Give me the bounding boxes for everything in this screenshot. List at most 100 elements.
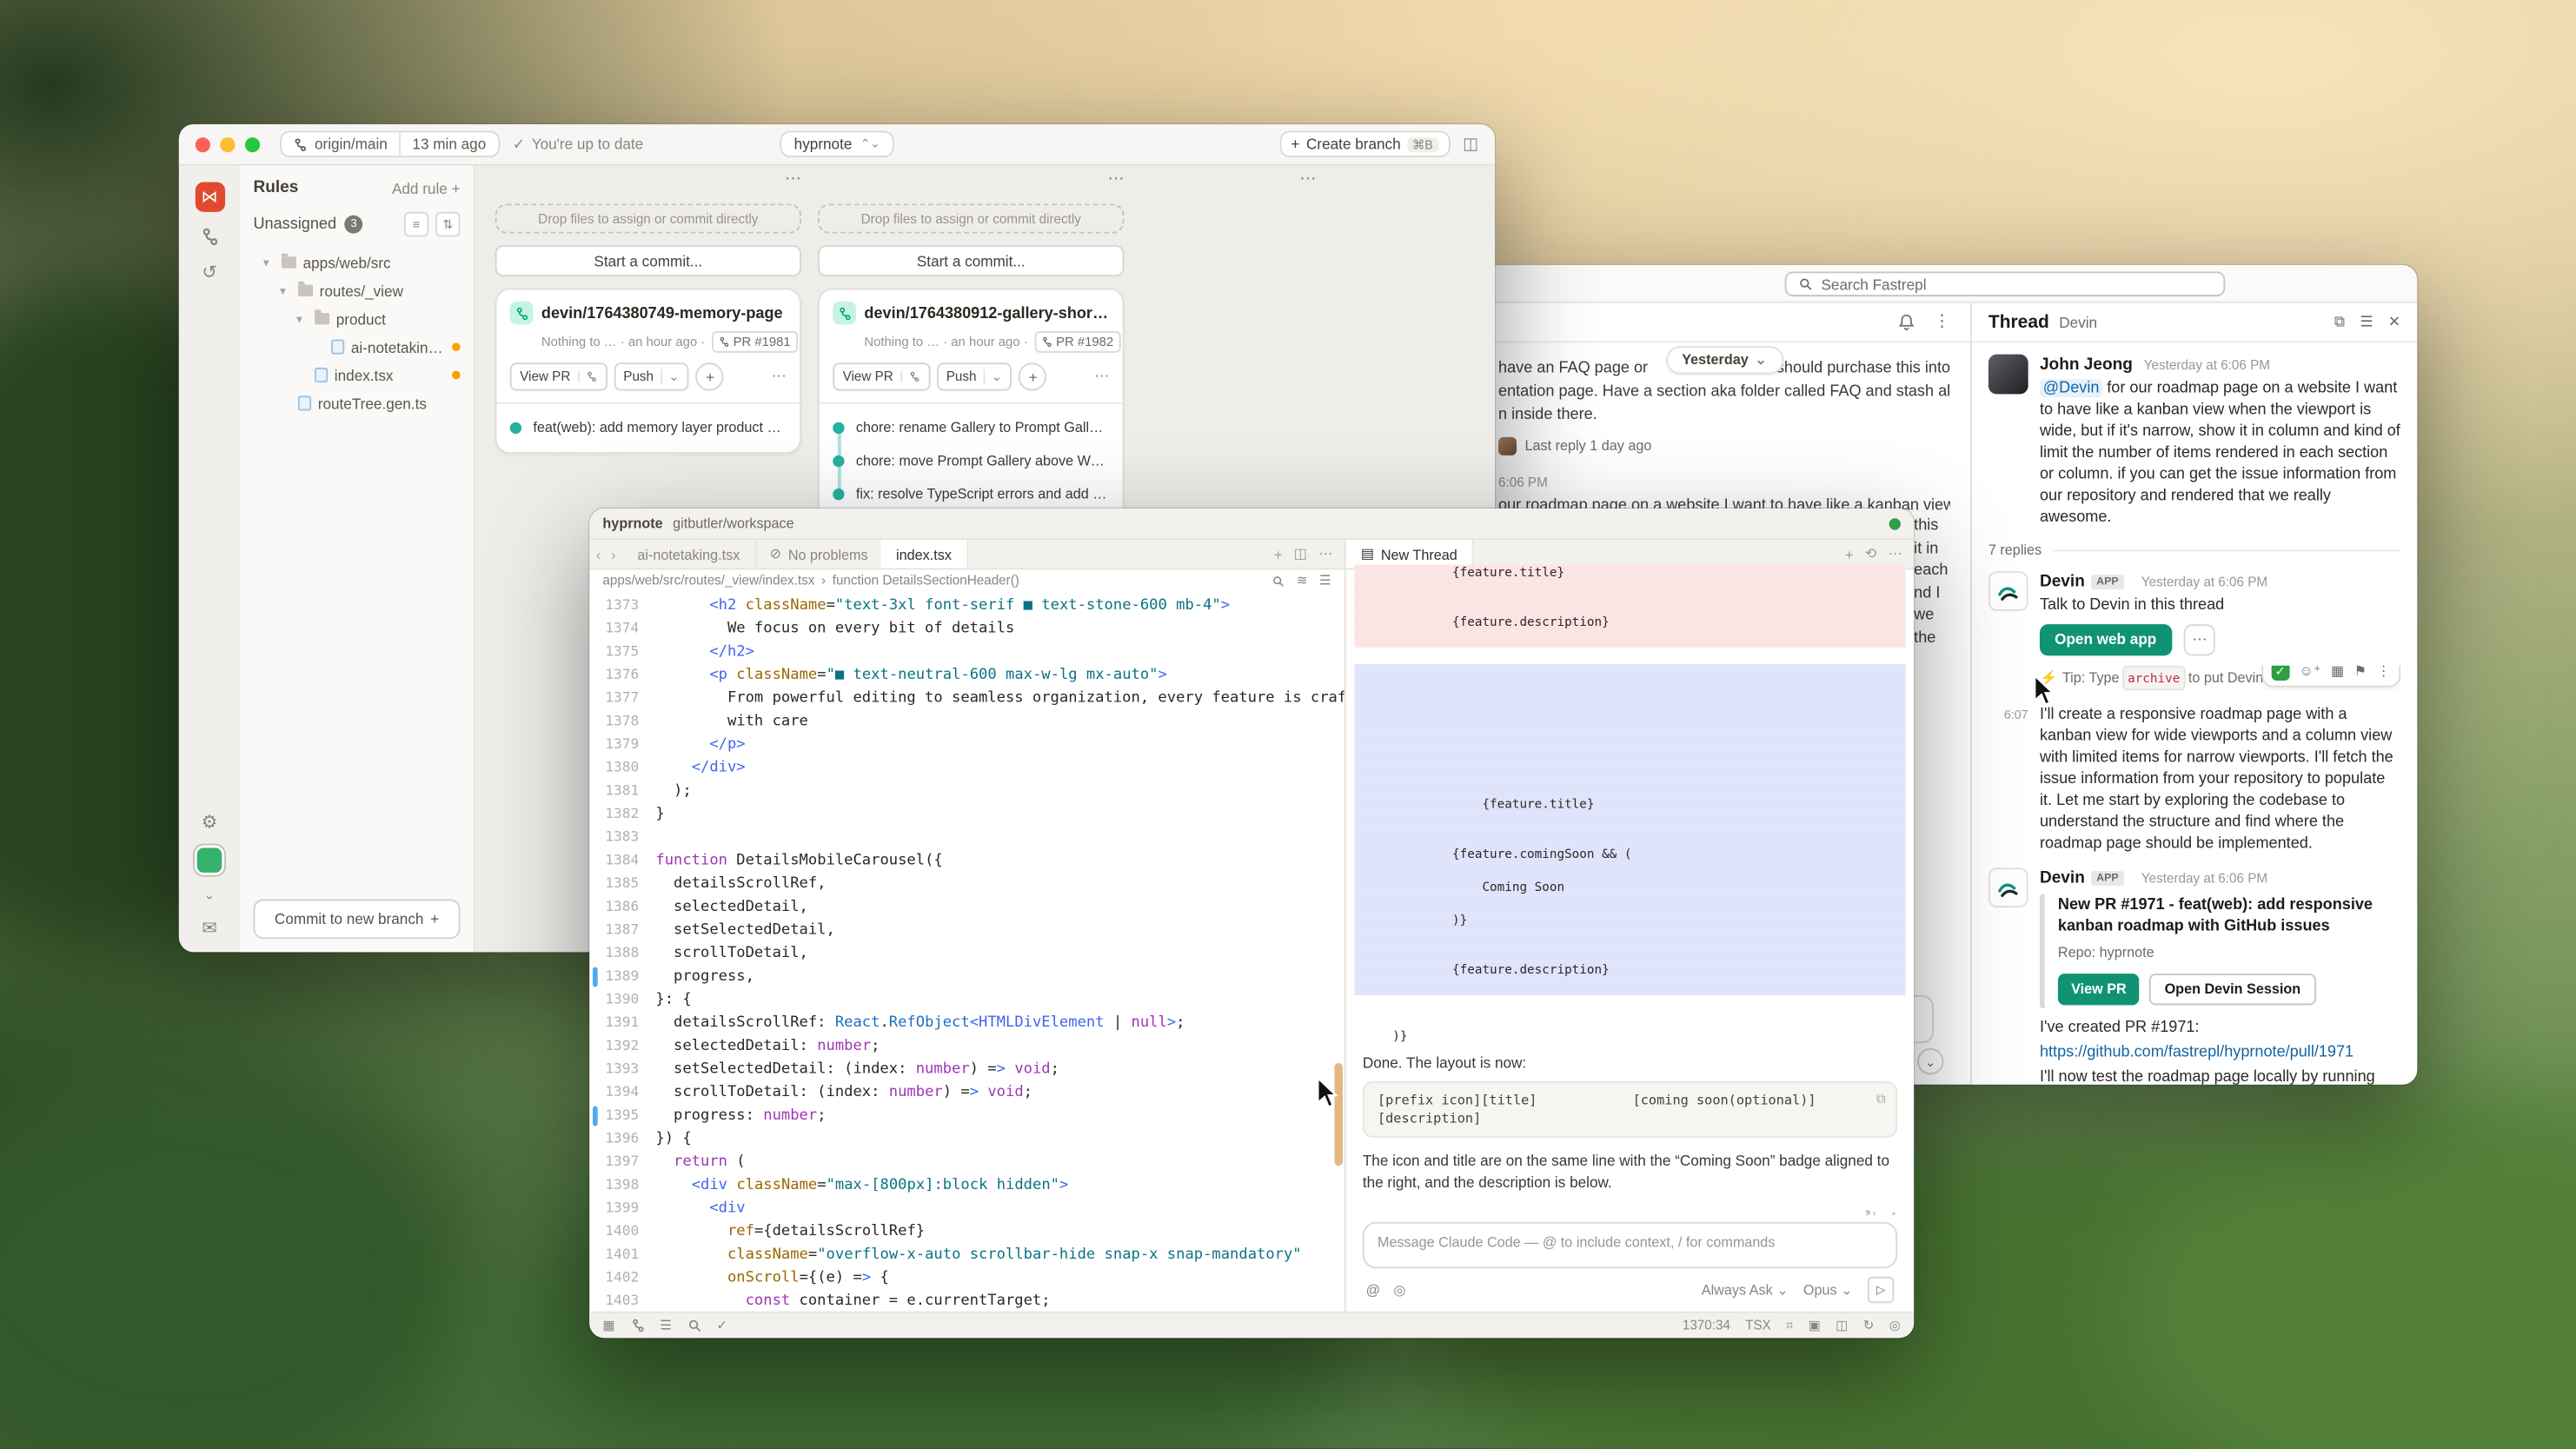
channel-more-icon[interactable]: ⋮ — [1934, 313, 1950, 331]
pane-more-icon[interactable]: ⋯ — [1318, 545, 1332, 563]
code-line[interactable]: 1383 — [589, 827, 1344, 850]
tab-ai-notetaking[interactable]: ai-notetaking.tsx — [622, 540, 756, 568]
feedback-mail-icon[interactable]: ✉ — [202, 917, 217, 939]
code-line[interactable]: 1380 </div> — [589, 757, 1344, 781]
add-rule-button[interactable]: Add rule + — [392, 180, 461, 196]
chevron-down-icon[interactable]: ⌄ — [204, 887, 216, 902]
commit-item[interactable]: feat(web): add memory layer product page — [510, 410, 787, 443]
code-line[interactable]: 1385 detailsScrollRef, — [589, 873, 1344, 896]
agent-message-input[interactable]: Message Claude Code — @ to include conte… — [1363, 1222, 1897, 1268]
more-options-button[interactable]: ⋯ — [2184, 624, 2215, 655]
chevron-down-icon[interactable]: ▾ — [296, 312, 308, 325]
lane-more-icon[interactable]: ⋯ — [1299, 176, 1316, 192]
panel-toggle-icon[interactable]: ◫ — [1463, 135, 1478, 153]
user-name[interactable]: Devin — [2040, 573, 2085, 591]
workspace-view-icon[interactable]: ⋈ — [195, 183, 224, 212]
date-divider-pill[interactable]: Yesterday ⌄ — [1665, 346, 1783, 374]
code-line[interactable]: 1399 <div — [589, 1197, 1344, 1220]
add-commit-button[interactable]: + — [696, 362, 724, 390]
notifications-icon[interactable]: ◫ — [1836, 1318, 1848, 1333]
retry-icon[interactable]: ↻ — [1864, 1207, 1876, 1216]
view-pr-button[interactable]: View PR — [510, 362, 607, 390]
avatar[interactable] — [1988, 355, 2028, 395]
permission-mode-selector[interactable]: Always Ask ⌄ — [1702, 1281, 1789, 1299]
view-pr-button[interactable]: View PR — [2058, 974, 2140, 1005]
context-icon[interactable]: ◎ — [1393, 1281, 1405, 1299]
search-panel-icon[interactable] — [687, 1318, 701, 1333]
code-line[interactable]: 1376 <p className="■ text-neutral-600 ma… — [589, 664, 1344, 688]
code-line[interactable]: 1387 setSelectedDetail, — [589, 919, 1344, 942]
file-tree-item[interactable]: index.tsx — [253, 361, 460, 389]
code-line[interactable]: 1375 </h2> — [589, 641, 1344, 664]
code-line[interactable]: 1403 const container = e.currentTarget; — [589, 1290, 1344, 1312]
sort-icon[interactable]: ⇅ — [435, 212, 461, 237]
check-reaction-icon[interactable]: ✓ — [2271, 666, 2289, 681]
settings-gear-icon[interactable]: ⚙ — [202, 811, 218, 833]
close-window-button[interactable] — [196, 136, 210, 151]
slack-search-input[interactable]: Search Fastrepl — [1785, 271, 2226, 296]
chevron-down-icon[interactable]: ▾ — [263, 256, 275, 269]
file-tree-item[interactable]: ▾ routes/_view — [253, 276, 460, 304]
add-reaction-icon[interactable]: ☺⁺ — [2299, 666, 2320, 682]
scroll-to-latest-button[interactable]: ⌄ — [1917, 1048, 1943, 1074]
thread-history-icon[interactable]: ⟲ — [1865, 545, 1877, 563]
file-tree-item[interactable]: ai-notetaking.tsx — [253, 333, 460, 361]
thread-reply-bar[interactable]: Last reply 1 day ago — [1498, 434, 1950, 457]
new-thread-icon[interactable]: + — [1845, 546, 1853, 562]
sync-icon[interactable]: ↻ — [1863, 1318, 1875, 1333]
pr-link[interactable]: https://github.com/fastrepl/hyprnote/pul… — [2040, 1041, 2400, 1063]
start-commit-button[interactable]: Start a commit... — [818, 245, 1124, 276]
start-commit-button[interactable]: Start a commit... — [495, 245, 801, 276]
code-line[interactable]: 1386 selectedDetail, — [589, 896, 1344, 920]
assistant-icon[interactable]: ▣ — [1809, 1318, 1821, 1333]
lane-more-icon[interactable]: ⋯ — [1107, 176, 1124, 192]
pr-chip[interactable]: PR #1982 — [1034, 331, 1119, 353]
minimize-window-button[interactable] — [220, 136, 235, 151]
code-line[interactable]: 1396 }) { — [589, 1127, 1344, 1151]
git-panel-icon[interactable] — [630, 1318, 645, 1333]
terminal-icon[interactable]: ⌗ — [1786, 1317, 1794, 1333]
nav-forward-icon[interactable]: › — [611, 546, 616, 562]
more-actions-icon[interactable]: ⋮ — [2377, 666, 2391, 682]
commit-item[interactable]: fix: resolve TypeScript errors and add r… — [833, 477, 1109, 510]
branch-more-icon[interactable]: ⋯ — [772, 368, 787, 386]
user-name[interactable]: John Jeong — [2040, 356, 2133, 375]
code-line[interactable]: 1374 We focus on every bit of details — [589, 618, 1344, 641]
code-line[interactable]: 1391 detailsScrollRef: React.RefObject<H… — [589, 1012, 1344, 1035]
agent-more-icon[interactable]: ⋯ — [1889, 545, 1902, 563]
cursor-position[interactable]: 1370:34 — [1683, 1318, 1730, 1333]
file-tree-item[interactable]: routeTree.gen.ts — [253, 389, 460, 417]
outline-panel-icon[interactable]: ☰ — [660, 1318, 672, 1333]
model-selector[interactable]: Opus ⌄ — [1803, 1281, 1853, 1299]
calendar-icon[interactable]: ▦ — [2331, 666, 2344, 682]
code-line[interactable]: 1392 selectedDetail: number; — [589, 1035, 1344, 1059]
workspace-selector[interactable]: hyprnote ⌃⌄ — [780, 130, 895, 156]
bookmark-icon[interactable]: ⚑ — [2354, 666, 2367, 682]
user-avatar[interactable] — [197, 847, 222, 873]
create-branch-button[interactable]: + Create branch ⌘B — [1279, 130, 1450, 156]
code-line[interactable]: 1400 ref={detailsScrollRef} — [589, 1220, 1344, 1244]
branches-view-icon[interactable] — [200, 227, 220, 247]
workspace-path[interactable]: gitbutler/workspace — [673, 515, 794, 531]
project-name[interactable]: hyprnote — [602, 515, 662, 531]
view-pr-button[interactable]: View PR — [833, 362, 930, 390]
pr-title[interactable]: New PR #1971 - feat(web): add responsive… — [2058, 896, 2400, 938]
copilot-icon[interactable]: ◎ — [1889, 1318, 1901, 1333]
window-controls[interactable] — [196, 136, 260, 151]
code-line[interactable]: 1381 ); — [589, 780, 1344, 803]
code-line[interactable]: 1388 scrollToDetail, — [589, 942, 1344, 966]
code-editor[interactable]: 1373 <h2 className="text-3xl font-serif … — [589, 591, 1344, 1312]
scroll-up-icon[interactable]: ↑ — [1890, 1207, 1898, 1216]
lane-more-icon[interactable]: ⋯ — [785, 176, 801, 192]
mention[interactable]: @Devin — [2040, 379, 2102, 397]
code-line[interactable]: 1393 setSelectedDetail: (index: number) … — [589, 1058, 1344, 1081]
tab-new-thread[interactable]: ▤New Thread — [1346, 540, 1474, 568]
avatar[interactable] — [1988, 571, 2028, 611]
base-branch-control[interactable]: origin/main 13 min ago — [280, 130, 500, 156]
branch-name[interactable]: devin/1764380912-gallery-shortcuts — [864, 304, 1109, 322]
diagnostics-summary[interactable]: ⊘No problems — [756, 540, 880, 568]
filter-icon[interactable]: ☰ — [2360, 313, 2373, 331]
code-line[interactable]: 1394 scrollToDetail: (index: number) => … — [589, 1081, 1344, 1105]
push-button[interactable]: Push⌄ — [936, 362, 1012, 390]
code-line[interactable]: 1395 progress: number; — [589, 1105, 1344, 1128]
